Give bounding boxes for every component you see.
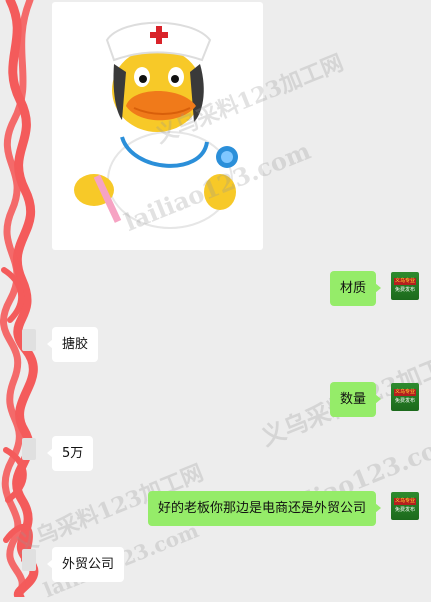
avatar-line2: 免费发布 bbox=[394, 398, 415, 404]
message-bubble-received[interactable]: 5万 bbox=[46, 436, 94, 471]
message-bubble-sent[interactable]: 材质 bbox=[329, 271, 382, 306]
message-bubble-received[interactable]: 外贸公司 bbox=[46, 547, 125, 582]
avatar-line1: 义乌专业 bbox=[393, 278, 416, 285]
avatar[interactable]: 义乌专业 免费发布 bbox=[391, 272, 419, 300]
message-bubble-received[interactable]: 搪胶 bbox=[46, 327, 99, 362]
message-bubble-sent[interactable]: 数量 bbox=[329, 382, 382, 417]
avatar-line2: 免费发布 bbox=[394, 507, 415, 513]
avatar-line1: 义乌专业 bbox=[393, 389, 416, 396]
avatar[interactable]: 义乌专业 免费发布 bbox=[391, 383, 419, 411]
nurse-duck-image bbox=[74, 21, 238, 229]
chat-window: 义乌采料123加工网 lailiao123.com 义乌采料123加工网 lai… bbox=[0, 0, 431, 602]
avatar-line2: 免费发布 bbox=[394, 287, 415, 293]
avatar-placeholder bbox=[22, 438, 36, 460]
message-bubble-sent[interactable]: 好的老板你那边是电商还是外贸公司 bbox=[147, 491, 382, 526]
redaction-scribble bbox=[0, 0, 39, 597]
avatar-placeholder bbox=[22, 329, 36, 351]
image-message[interactable] bbox=[52, 2, 263, 250]
avatar-line1: 义乌专业 bbox=[393, 498, 416, 505]
avatar-placeholder bbox=[22, 549, 36, 571]
avatar[interactable]: 义乌专业 免费发布 bbox=[391, 492, 419, 520]
